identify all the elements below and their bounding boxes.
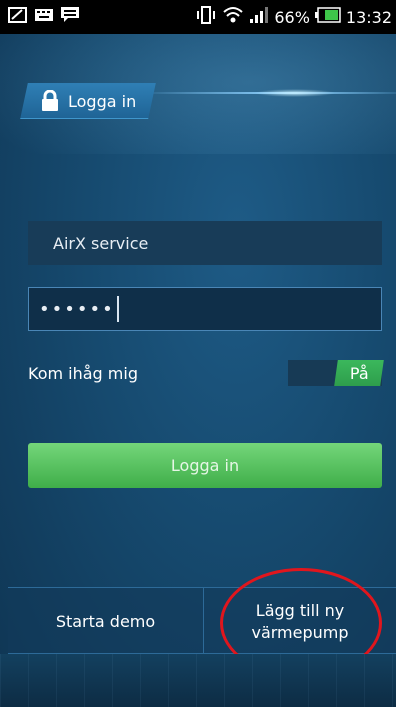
username-value: AirX service [53,233,149,253]
signal-icon [249,6,269,28]
status-left-icons [8,6,80,24]
header-glow [255,89,335,97]
wifi-icon [222,6,244,28]
username-field[interactable]: AirX service [28,221,382,265]
remember-me-label: Kom ihåg mig [28,364,138,383]
status-bar: 66% 13:32 [0,0,396,34]
keyboard-icon [34,6,54,24]
remember-me-toggle[interactable]: På [288,360,384,386]
password-mask: •••••• [39,298,115,320]
floor-decoration [0,654,396,707]
notification-icon [8,6,28,24]
battery-icon [314,6,341,28]
login-tab: Logga in [40,83,136,119]
message-icon [60,6,80,24]
battery-percent: 66% [274,7,310,27]
start-demo-button[interactable]: Starta demo [8,588,204,655]
password-field[interactable]: •••••• [28,287,382,331]
text-caret [116,296,119,322]
login-screen: Logga in AirX service •••••• Kom ihåg mi… [0,34,396,707]
toggle-label: På [349,363,369,383]
toggle-knob: På [334,360,384,386]
login-button[interactable]: Logga in [28,443,382,488]
vibrate-icon [195,6,217,28]
status-right: 66% 13:32 [195,6,392,28]
lock-icon [40,89,60,112]
status-time: 13:32 [345,7,392,27]
login-tab-label: Logga in [68,91,137,111]
